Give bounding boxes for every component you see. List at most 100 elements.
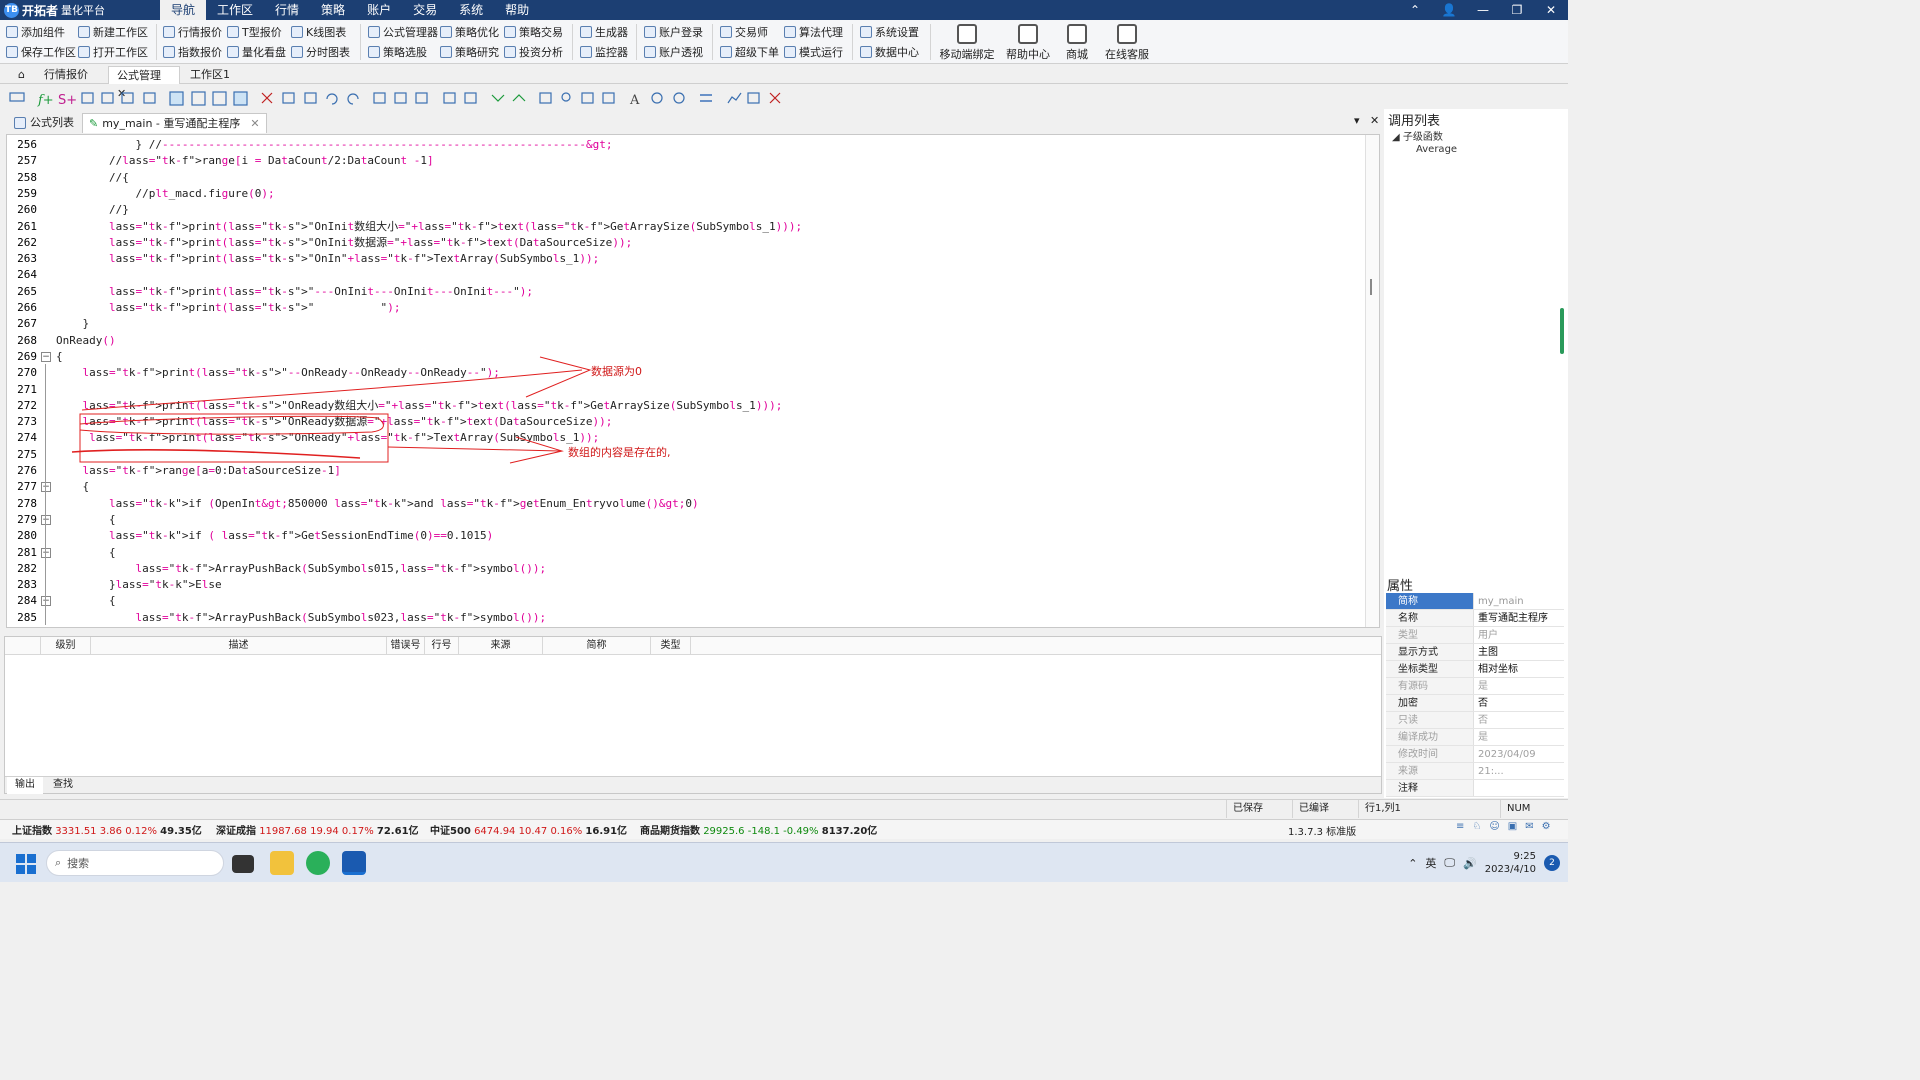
taskbar-search[interactable]: ⌕ 搜索 xyxy=(46,850,224,876)
property-row[interactable]: 简称 my_main xyxy=(1386,593,1564,610)
fold-toggle-icon[interactable]: − xyxy=(41,514,51,525)
monitor-button[interactable]: 监控器 xyxy=(580,43,628,61)
menu-nav[interactable]: 导航 xyxy=(160,0,207,20)
account-login-button[interactable]: 账户登录 xyxy=(644,23,703,41)
task-view-icon[interactable] xyxy=(232,855,254,873)
strategy-optimize-button[interactable]: 策略优化 xyxy=(440,23,499,41)
ticker-tool-icons[interactable]: ≡♘☺▣✉⚙ xyxy=(1456,821,1559,832)
strategy-trade-button[interactable]: 策略交易 xyxy=(504,23,563,41)
code-line[interactable]: { xyxy=(56,513,116,527)
add-component-button[interactable]: 添加组件 xyxy=(6,23,65,41)
code-line[interactable]: lass="tk-k">if (OpenInt&gt;850000 lass="… xyxy=(56,497,699,511)
editor-scrollbar[interactable] xyxy=(1365,135,1379,627)
col-error-no[interactable]: 错误号 xyxy=(387,637,425,655)
menu-market[interactable]: 行情 xyxy=(264,0,310,20)
scrollbar-thumb[interactable] xyxy=(1370,279,1372,295)
menu-workspace[interactable]: 工作区 xyxy=(206,0,264,20)
clock[interactable]: 9:25 2023/4/10 xyxy=(1485,850,1536,876)
tab-formula-manage[interactable]: 公式管理 ✕ xyxy=(108,66,180,100)
save-workspace-button[interactable]: 保存工作区 xyxy=(6,43,76,61)
new-workspace-button[interactable]: 新建工作区 xyxy=(78,23,148,41)
mobile-bind-button[interactable]: 移动端绑定 xyxy=(938,24,996,62)
mode-run-button[interactable]: 模式运行 xyxy=(784,43,843,61)
home-icon[interactable]: ⌂ xyxy=(10,66,33,84)
property-row[interactable]: 编译成功是 xyxy=(1386,729,1564,746)
ime-indicator[interactable]: 英 xyxy=(1425,855,1436,871)
fold-toggle-icon[interactable]: − xyxy=(41,351,51,362)
property-row[interactable]: 加密否 xyxy=(1386,695,1564,712)
close-button[interactable]: ✕ xyxy=(1534,0,1568,20)
code-line[interactable]: lass="tk-f">print(lass="tk-s">"OnReady"+… xyxy=(56,431,599,445)
app-icon[interactable] xyxy=(306,851,330,875)
code-line[interactable]: lass="tk-f">ArrayPushBack(SubSymbols015,… xyxy=(56,562,546,576)
code-line[interactable]: { xyxy=(56,350,63,364)
fold-toggle-icon[interactable]: − xyxy=(41,482,51,493)
quote-button[interactable]: 行情报价 xyxy=(163,23,222,41)
generator-button[interactable]: 生成器 xyxy=(580,23,628,41)
super-order-button[interactable]: 超级下单 xyxy=(720,43,779,61)
menu-strategy[interactable]: 策略 xyxy=(310,0,356,20)
code-line[interactable]: lass="tk-f">print(lass="tk-s">"OnInit数据源… xyxy=(56,236,632,250)
expand-icon[interactable]: ◢ xyxy=(1392,132,1400,143)
code-line[interactable]: //lass="tk-f">range[i = DataCount/2:Data… xyxy=(56,154,434,168)
user-icon[interactable]: 👤 xyxy=(1432,0,1466,20)
restore-button[interactable]: ❐ xyxy=(1500,0,1534,20)
code-line[interactable]: } xyxy=(56,317,89,331)
code-line[interactable]: //} xyxy=(56,203,129,217)
strategy-research-button[interactable]: 策略研究 xyxy=(440,43,499,61)
close-icon[interactable]: ✕ xyxy=(1370,114,1379,127)
account-view-button[interactable]: 账户透视 xyxy=(644,43,703,61)
open-workspace-button[interactable]: 打开工作区 xyxy=(78,43,148,61)
code-line[interactable]: //{ xyxy=(56,171,129,185)
property-row[interactable]: 有源码是 xyxy=(1386,678,1564,695)
property-row[interactable]: 注释 xyxy=(1386,780,1564,797)
property-row[interactable]: 类型 用户 xyxy=(1386,627,1564,644)
col-line-no[interactable]: 行号 xyxy=(425,637,459,655)
tab-workspace1[interactable]: 工作区1 xyxy=(182,66,238,84)
tb-quant-app-icon[interactable] xyxy=(342,851,366,875)
property-row[interactable]: 修改时间 2023/04/09 21:... xyxy=(1386,746,1564,777)
code-line[interactable]: { xyxy=(56,546,116,560)
code-line[interactable]: { xyxy=(56,480,89,494)
online-support-button[interactable]: 在线客服 xyxy=(1098,24,1156,62)
editor-toolbar-icons[interactable]: f+ S+ A xyxy=(0,87,790,109)
formula-manager-button[interactable]: 公式管理器 xyxy=(368,23,438,41)
close-icon[interactable]: ✕ xyxy=(250,114,259,134)
tray-expand-icon[interactable]: ⌃ xyxy=(1408,857,1417,870)
code-line[interactable]: //plt_macd.figure(0); xyxy=(56,187,274,201)
code-line[interactable]: lass="tk-f">print(lass="tk-s">" "); xyxy=(56,301,400,315)
code-line[interactable]: } //------------------------------------… xyxy=(56,138,612,152)
volume-icon[interactable]: 🔊 xyxy=(1463,857,1477,870)
investment-analysis-button[interactable]: 投资分析 xyxy=(504,43,563,61)
menu-trade[interactable]: 交易 xyxy=(402,0,448,20)
file-explorer-icon[interactable] xyxy=(270,851,294,875)
index-quote-button[interactable]: 指数报价 xyxy=(163,43,222,61)
notification-badge[interactable]: 2 xyxy=(1544,855,1560,871)
property-row[interactable]: 来源 xyxy=(1386,763,1564,780)
data-center-button[interactable]: 数据中心 xyxy=(860,43,919,61)
code-line[interactable]: }lass="tk-k">Else xyxy=(56,578,222,592)
code-line[interactable]: OnReady() xyxy=(56,334,116,348)
t-quote-button[interactable]: T型报价 xyxy=(227,23,282,41)
timeshare-chart-button[interactable]: 分时图表 xyxy=(291,43,350,61)
call-list-group[interactable]: ◢ 子级函数 xyxy=(1392,128,1443,143)
code-line[interactable]: lass="tk-f">print(lass="tk-s">"---OnInit… xyxy=(56,285,533,299)
code-line[interactable]: lass="tk-f">ArrayPushBack(SubSymbols023,… xyxy=(56,611,546,625)
system-settings-button[interactable]: 系统设置 xyxy=(860,23,919,41)
ticker-item[interactable]: 商品期货指数 29925.6 -148.1 -0.49% 8137.20亿 xyxy=(640,822,877,837)
tab-quote[interactable]: 行情报价 xyxy=(36,66,96,84)
code-line[interactable]: lass="tk-f">range[a=0:DataSourceSize-1] xyxy=(56,464,341,478)
property-row[interactable]: 只读否 xyxy=(1386,712,1564,729)
code-editor[interactable]: 256 257 258 259 260 261 262 263 264 265 266 267 268 2… xyxy=(6,134,1380,628)
dropdown-icon[interactable]: ▾ xyxy=(1354,114,1360,127)
tab-output[interactable]: 输出 xyxy=(7,777,43,794)
property-row[interactable]: 显示方式 主图 xyxy=(1386,644,1564,661)
col-level[interactable]: 级别 xyxy=(41,637,91,655)
menu-system[interactable]: 系统 xyxy=(448,0,494,20)
ticker-item[interactable]: 上证指数 3331.51 3.86 0.12% 49.35亿 xyxy=(12,822,202,837)
property-row[interactable]: 坐标类型 相对坐标 xyxy=(1386,661,1564,678)
tab-formula-list[interactable]: 公式列表 xyxy=(8,113,80,133)
code-line[interactable]: { xyxy=(56,594,116,608)
kline-chart-button[interactable]: K线图表 xyxy=(291,23,346,41)
code-line[interactable]: lass="tk-k">if ( lass="tk-f">GetSessionE… xyxy=(56,529,493,543)
